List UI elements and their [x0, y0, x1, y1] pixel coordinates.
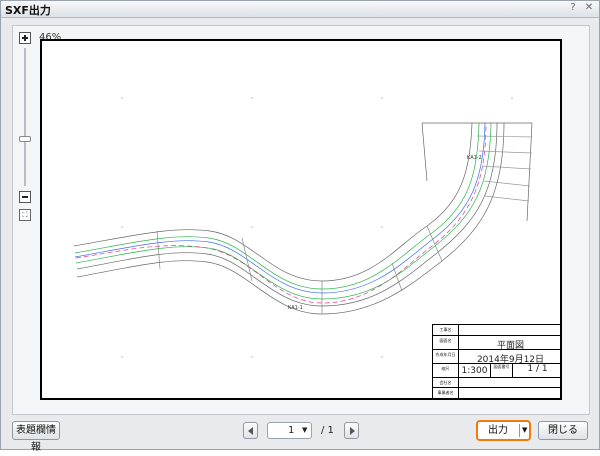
- zoom-out-icon[interactable]: [19, 191, 31, 203]
- zoom-slider-track[interactable]: [24, 48, 26, 186]
- road-outer-edge: [73, 122, 473, 282]
- title-row-drawing-name: 図面名 平面図: [433, 336, 560, 351]
- sxf-output-dialog: SXF出力 ? ✕ ⛶ 46% KA1-2 KA1-1 工事名 図面名 平面図 …: [0, 0, 600, 453]
- drawing-sheet: KA1-2 KA1-1 工事名 図面名 平面図 作成年月日 2014年9月12日…: [40, 39, 562, 400]
- chevron-left-icon: [248, 427, 253, 435]
- output-dropdown-icon[interactable]: ▼: [522, 422, 527, 439]
- title-row-scale: 縮尺 1:300 図面番号 1 / 1: [433, 364, 560, 378]
- chevron-right-icon: [350, 427, 355, 435]
- close-icon[interactable]: ✕: [583, 2, 595, 14]
- page-select[interactable]: 1 ▼: [267, 422, 312, 439]
- window-title: SXF出力: [5, 4, 51, 17]
- close-button[interactable]: 閉じる: [538, 421, 588, 440]
- page-current: 1: [288, 425, 295, 436]
- grid-dots: [121, 97, 513, 358]
- next-page-button[interactable]: [344, 422, 359, 439]
- title-block: 工事名 図面名 平面図 作成年月日 2014年9月12日 縮尺 1:300 図面…: [432, 324, 560, 398]
- zoom-slider-thumb[interactable]: [19, 136, 31, 142]
- help-icon[interactable]: ?: [567, 2, 579, 14]
- title-row-date: 作成年月日 2014年9月12日: [433, 350, 560, 365]
- prev-page-button[interactable]: [243, 422, 258, 439]
- title-bar: SXF出力 ? ✕: [1, 1, 599, 18]
- output-button[interactable]: 出力 ▼: [476, 420, 531, 441]
- title-row-project: 工事名: [433, 325, 560, 336]
- title-row-operator: 事業者名: [433, 388, 560, 398]
- station-label-2: KA1-1: [288, 305, 303, 311]
- title-row-company: 会社名: [433, 378, 560, 388]
- chevron-down-icon: ▼: [302, 426, 308, 434]
- footer-toolbar: 表題欄情報 1 ▼ / 1 出力 ▼ 閉じる: [1, 416, 599, 453]
- station-label-1: KA1-2: [467, 155, 482, 161]
- page-total: / 1: [321, 425, 334, 436]
- zoom-fit-icon[interactable]: ⛶: [19, 209, 31, 221]
- preview-viewer[interactable]: ⛶ 46% KA1-2 KA1-1 工事名 図面名 平面図 作成年月日 2014…: [12, 25, 590, 415]
- output-label: 出力: [488, 425, 508, 436]
- zoom-in-icon[interactable]: [19, 32, 31, 44]
- title-info-button[interactable]: 表題欄情報: [12, 421, 60, 453]
